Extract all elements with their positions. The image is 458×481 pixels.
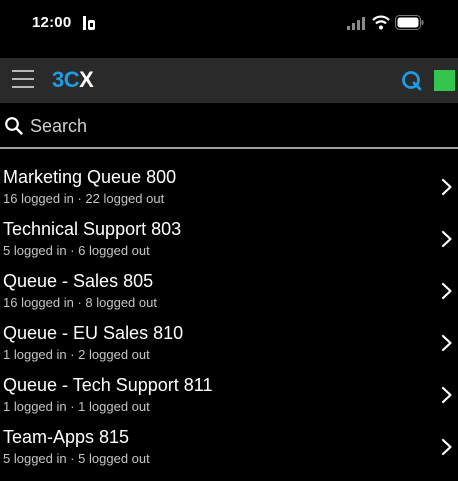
queue-status: 1 logged in · 1 logged out	[3, 399, 150, 414]
signal-icon	[347, 17, 365, 30]
chevron-right-icon	[441, 438, 452, 456]
queue-name: Team-Apps 815	[3, 427, 130, 447]
queue-status: 16 logged in · 8 logged out	[3, 295, 157, 310]
queue-status: 1 logged in · 2 logged out	[3, 347, 150, 362]
queue-status: 5 logged in · 6 logged out	[3, 243, 150, 258]
menu-icon[interactable]	[12, 70, 34, 90]
logo-mid: C	[63, 67, 80, 92]
queue-name: Technical Support 803	[3, 219, 182, 239]
queue-item[interactable]: Queue - Sales 805 16 logged in · 8 logge…	[0, 266, 458, 318]
queue-item[interactable]: Team-Apps 815 5 logged in · 5 logged out	[0, 422, 458, 474]
queue-name: Queue - Sales 805	[3, 271, 154, 291]
status-time: 12:00	[32, 14, 72, 31]
focus-mode-icon	[83, 16, 95, 30]
app-header: 3CX	[0, 58, 458, 103]
status-bar: 12:00	[0, 0, 458, 58]
battery-icon	[395, 15, 424, 30]
logo-prefix: 3	[52, 67, 64, 92]
queue-item[interactable]: Queue - EU Sales 810 1 logged in · 2 log…	[0, 318, 458, 370]
search-icon	[5, 117, 23, 135]
queue-status: 5 logged in · 5 logged out	[3, 451, 150, 466]
queue-name: Marketing Queue 800	[3, 167, 177, 187]
queue-item[interactable]: Marketing Queue 800 16 logged in · 22 lo…	[0, 162, 458, 214]
search-input[interactable]: Search	[30, 115, 87, 137]
wifi-icon	[372, 15, 390, 30]
chevron-right-icon	[441, 178, 452, 196]
chevron-right-icon	[441, 386, 452, 404]
logo-suffix: X	[79, 67, 94, 92]
queue-item[interactable]: Technical Support 803 5 logged in · 6 lo…	[0, 214, 458, 266]
search-bar[interactable]: Search	[0, 103, 458, 149]
queue-name: Queue - EU Sales 810	[3, 323, 184, 343]
presence-status[interactable]	[434, 70, 455, 91]
queue-list: Marketing Queue 800 16 logged in · 22 lo…	[0, 162, 458, 474]
chevron-right-icon	[441, 282, 452, 300]
chevron-right-icon	[441, 334, 452, 352]
brand-logo: 3CX	[52, 67, 94, 93]
queue-name: Queue - Tech Support 811	[3, 375, 213, 395]
chevron-right-icon	[441, 230, 452, 248]
queue-status: 16 logged in · 22 logged out	[3, 191, 165, 206]
queue-item[interactable]: Queue - Tech Support 811 1 logged in · 1…	[0, 370, 458, 422]
q-icon[interactable]	[401, 70, 422, 91]
